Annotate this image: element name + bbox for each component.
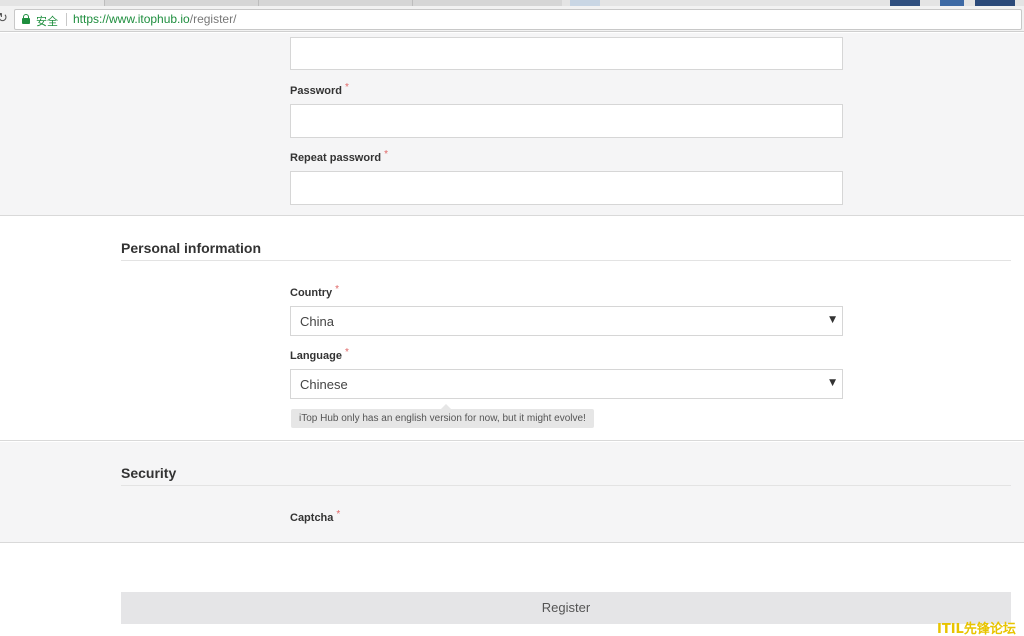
url-path: /register/ xyxy=(189,12,237,26)
country-select[interactable]: China ▼ xyxy=(290,306,843,336)
repeat-password-label: Repeat password * xyxy=(290,149,388,164)
address-url[interactable]: https://www.itophub.io/register/ xyxy=(73,12,236,26)
password-input[interactable] xyxy=(290,104,843,138)
personal-information-title: Personal information xyxy=(121,240,262,256)
email-field[interactable] xyxy=(290,37,843,70)
section-divider xyxy=(121,485,1011,486)
captcha-label-text: Captcha xyxy=(290,512,334,524)
language-label: Language * xyxy=(290,347,349,362)
required-mark: * xyxy=(335,284,340,295)
captcha-label: Captcha * xyxy=(290,509,341,524)
url-host: https://www.itophub.io xyxy=(73,12,190,26)
caret-down-icon: ▼ xyxy=(829,378,836,388)
country-selected-value: China xyxy=(300,314,334,329)
repeat-password-label-text: Repeat password xyxy=(290,152,382,164)
lock-icon xyxy=(22,14,30,24)
language-selected-value: Chinese xyxy=(300,377,348,392)
repeat-password-input[interactable] xyxy=(290,171,843,205)
address-bar[interactable]: 安全 https://www.itophub.io/register/ xyxy=(14,9,1022,30)
register-button[interactable]: Register xyxy=(121,592,1011,624)
password-label: Password * xyxy=(290,82,349,97)
password-label-text: Password xyxy=(290,85,342,97)
required-mark: * xyxy=(336,509,341,520)
section-divider xyxy=(121,260,1011,261)
watermark-text: ITIL先锋论坛 xyxy=(937,622,1016,636)
security-indicator[interactable]: 安全 xyxy=(36,13,58,29)
country-label: Country * xyxy=(290,284,340,299)
required-mark: * xyxy=(344,347,349,358)
security-title: Security xyxy=(121,465,177,481)
required-mark: * xyxy=(384,149,388,160)
language-hint-tooltip: iTop Hub only has an english version for… xyxy=(291,404,594,428)
country-label-text: Country xyxy=(290,287,333,299)
caret-down-icon: ▼ xyxy=(829,315,836,325)
language-select[interactable]: Chinese ▼ xyxy=(290,369,843,399)
address-divider xyxy=(66,13,67,26)
reload-icon[interactable]: ↻ xyxy=(0,11,8,26)
language-label-text: Language xyxy=(290,350,342,362)
security-section xyxy=(0,442,1024,543)
browser-toolbar: ↻ 安全 https://www.itophub.io/register/ xyxy=(0,6,1024,32)
required-mark: * xyxy=(344,82,349,93)
